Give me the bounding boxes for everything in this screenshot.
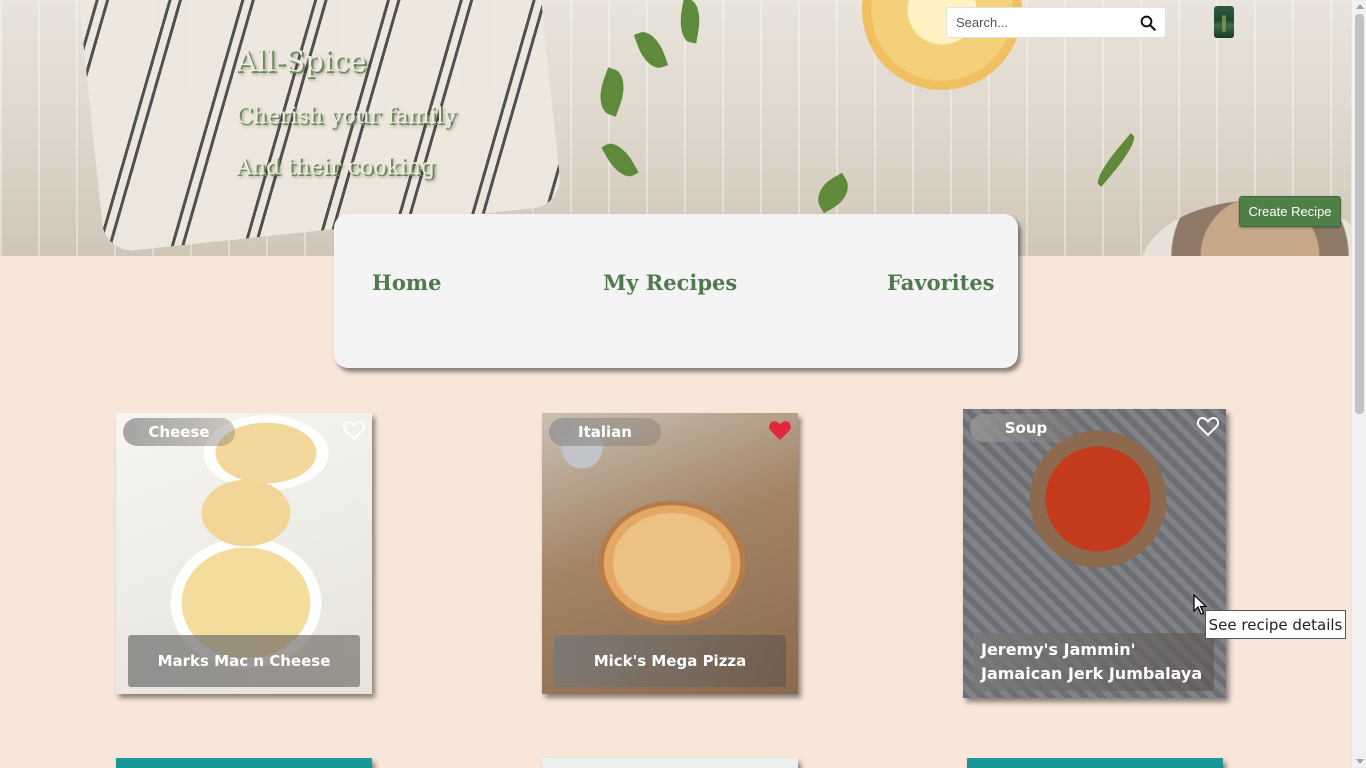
recipe-title: Mick's Mega Pizza bbox=[554, 635, 786, 687]
nav-panel: Home My Recipes Favorites bbox=[334, 214, 1018, 368]
leaf-decoration bbox=[810, 172, 856, 214]
page-scrollbar[interactable] bbox=[1351, 0, 1366, 768]
leaf-decoration bbox=[676, 0, 704, 44]
recipe-card[interactable]: Italian Mick's Mega Pizza bbox=[542, 413, 798, 694]
nav-home-link[interactable]: Home bbox=[372, 270, 441, 295]
search-button[interactable] bbox=[1133, 8, 1163, 37]
tagline-line-2: And their cooking bbox=[236, 155, 436, 180]
leaf-decoration bbox=[1092, 133, 1140, 187]
nav-my-recipes-link[interactable]: My Recipes bbox=[603, 270, 737, 295]
category-tag: Cheese bbox=[123, 418, 235, 446]
heart-outline-icon[interactable] bbox=[342, 419, 366, 441]
recipe-title: Marks Mac n Cheese bbox=[128, 635, 360, 687]
recipe-card[interactable]: Cheese Marks Mac n Cheese bbox=[116, 413, 372, 694]
category-tag: Soup bbox=[970, 414, 1082, 442]
scroll-thumb[interactable] bbox=[1355, 14, 1364, 414]
recipe-card[interactable] bbox=[967, 758, 1223, 768]
create-recipe-button[interactable]: Create Recipe bbox=[1239, 196, 1341, 227]
recipe-card[interactable] bbox=[542, 758, 798, 768]
recipe-card[interactable]: Soup Jeremy's Jammin' Jamaican Jerk Jumb… bbox=[963, 409, 1226, 698]
leaf-decoration bbox=[593, 67, 631, 117]
search-bar bbox=[946, 7, 1166, 38]
recipe-details-tooltip: See recipe details bbox=[1205, 610, 1346, 639]
recipe-title: Jeremy's Jammin' Jamaican Jerk Jumbalaya bbox=[973, 633, 1214, 691]
scroll-up-arrow-icon[interactable] bbox=[1356, 4, 1364, 9]
nav-favorites-link[interactable]: Favorites bbox=[887, 270, 995, 295]
brand-title: All-Spice bbox=[236, 44, 367, 78]
leaf-decoration bbox=[601, 137, 639, 183]
heart-outline-icon[interactable] bbox=[1196, 415, 1220, 437]
leaf-decoration bbox=[633, 27, 669, 73]
search-input[interactable] bbox=[947, 8, 1133, 37]
search-icon bbox=[1140, 15, 1156, 31]
user-avatar[interactable] bbox=[1214, 6, 1234, 38]
mouse-cursor-icon bbox=[1193, 594, 1207, 615]
category-tag: Italian bbox=[549, 418, 661, 446]
heart-filled-icon[interactable] bbox=[768, 419, 792, 441]
scroll-down-arrow-icon[interactable] bbox=[1356, 759, 1364, 764]
tagline-line-1: Cherish your family bbox=[236, 104, 456, 129]
recipe-card[interactable] bbox=[116, 758, 372, 768]
